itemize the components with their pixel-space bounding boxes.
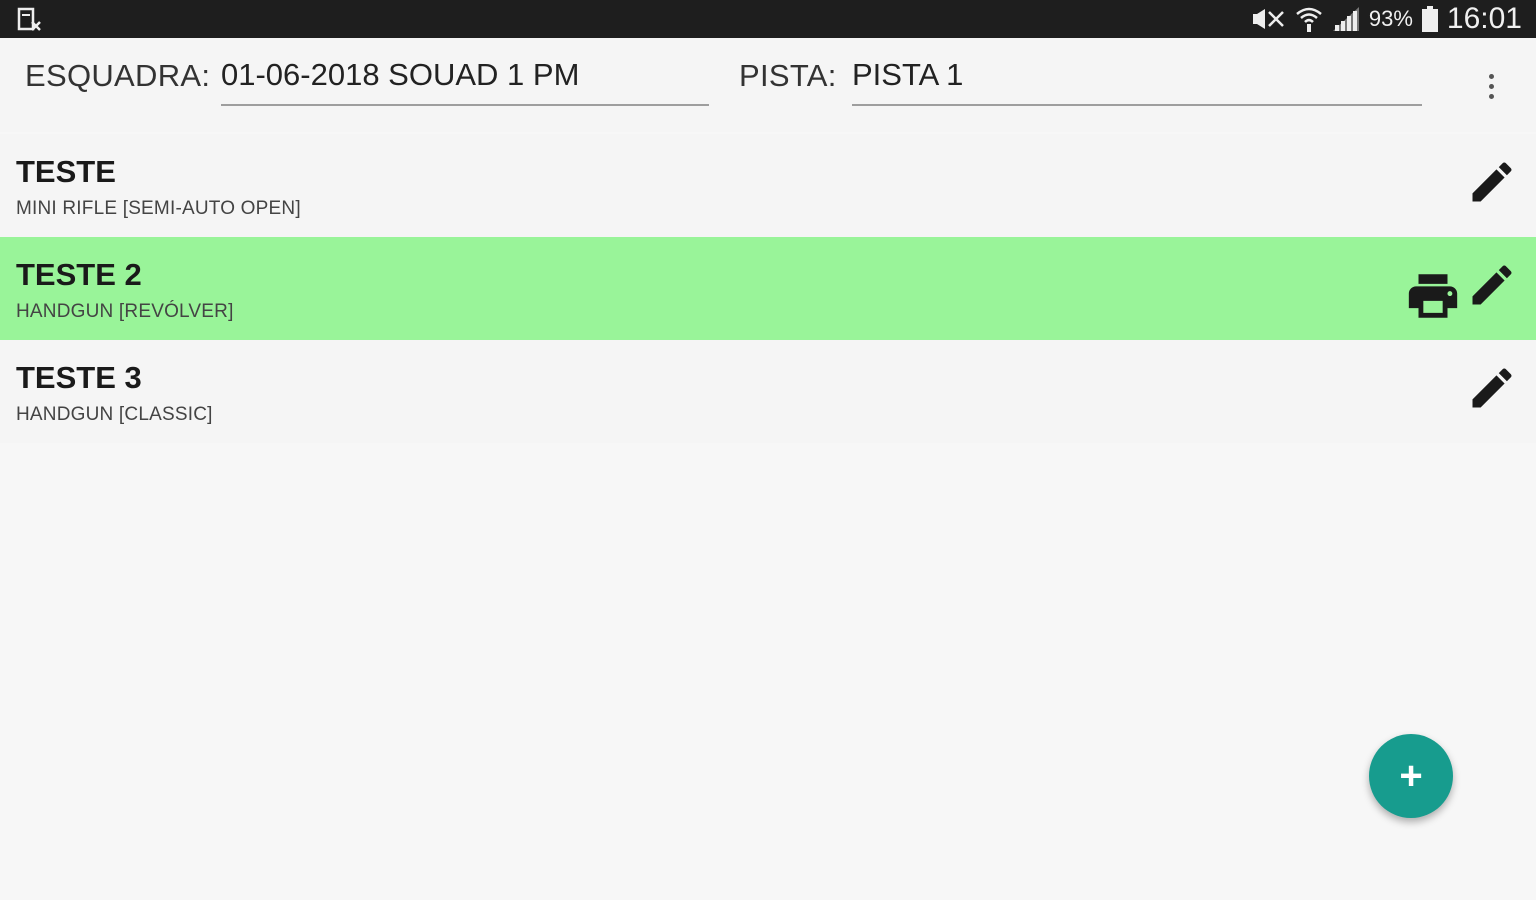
header-bar: ESQUADRA: 01-06-2018 SOUAD 1 PM PISTA: P…: [0, 38, 1536, 132]
competitor-name: TESTE 3: [16, 360, 142, 395]
competitor-division: HANDGUN [CLASSIC]: [16, 404, 213, 425]
competitor-name: TESTE: [16, 154, 116, 189]
edit-icon[interactable]: [1466, 156, 1518, 208]
add-competitor-button[interactable]: +: [1369, 734, 1453, 818]
list-item[interactable]: TESTE 3 HANDGUN [CLASSIC]: [0, 340, 1536, 443]
battery-icon: [1421, 5, 1439, 33]
battery-percentage: 93%: [1368, 6, 1413, 31]
list-item[interactable]: TESTE MINI RIFLE [SEMI-AUTO OPEN]: [0, 134, 1536, 237]
squad-label: ESQUADRA:: [25, 58, 211, 93]
squad-field[interactable]: 01-06-2018 SOUAD 1 PM: [221, 48, 709, 106]
list-item-selected[interactable]: TESTE 2 HANDGUN [REVÓLVER]: [0, 237, 1536, 340]
signal-icon: [1331, 5, 1361, 33]
notification-app-icon: [16, 6, 42, 32]
competitor-list: TESTE MINI RIFLE [SEMI-AUTO OPEN] TESTE …: [0, 134, 1536, 443]
stage-field[interactable]: PISTA 1: [852, 48, 1422, 106]
competitor-name: TESTE 2: [16, 257, 142, 292]
stage-label: PISTA:: [739, 58, 837, 93]
status-bar: 93% 16:01: [0, 0, 1536, 38]
edit-icon[interactable]: [1466, 362, 1518, 414]
competitor-division: HANDGUN [REVÓLVER]: [16, 301, 234, 322]
overflow-menu-icon[interactable]: [1476, 66, 1506, 106]
wifi-icon: [1295, 5, 1323, 33]
plus-icon: +: [1399, 753, 1423, 798]
clock: 16:01: [1446, 2, 1522, 35]
edit-icon[interactable]: [1466, 259, 1518, 311]
print-icon[interactable]: [1404, 267, 1462, 325]
mute-icon: [1251, 6, 1287, 32]
competitor-division: MINI RIFLE [SEMI-AUTO OPEN]: [16, 198, 301, 219]
